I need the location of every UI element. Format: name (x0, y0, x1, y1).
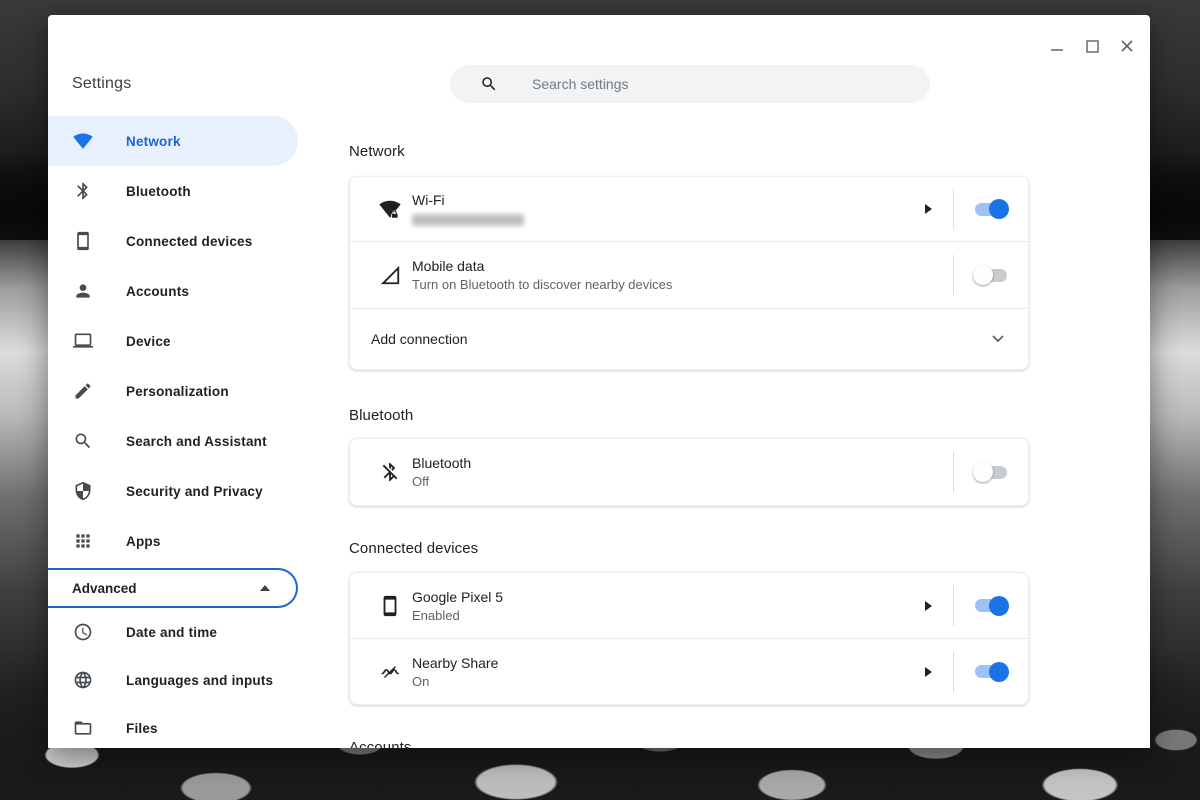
settings-window: Settings Network Bluetooth Connected dev… (48, 15, 1150, 748)
sidebar-item-label: Date and time (126, 625, 217, 640)
sidebar-item-security-privacy[interactable]: Security and Privacy (48, 466, 298, 516)
laptop-icon (73, 331, 93, 351)
shield-icon (73, 481, 93, 501)
pixel-title: Google Pixel 5 (412, 589, 503, 605)
caret-up-icon (260, 585, 270, 591)
bluetooth-row-text: Bluetooth Off (412, 455, 471, 489)
bluetooth-title: Bluetooth (412, 455, 471, 471)
chevron-down-icon[interactable] (992, 335, 1004, 343)
phone-icon (379, 595, 401, 617)
sidebar-item-label: Bluetooth (126, 184, 191, 199)
section-heading-network: Network (349, 143, 1029, 160)
sidebar-item-date-time[interactable]: Date and time (48, 608, 298, 656)
sidebar-item-label: Connected devices (126, 234, 252, 249)
sidebar-item-files[interactable]: Files (48, 704, 298, 748)
connected-devices-card: Google Pixel 5 Enabled Nearby (349, 572, 1029, 705)
sidebar-item-label: Device (126, 334, 171, 349)
sidebar: Network Bluetooth Connected devices Acco… (48, 116, 298, 748)
bluetooth-toggle[interactable] (954, 466, 1028, 479)
close-icon[interactable] (1118, 37, 1136, 55)
pixel-row[interactable]: Google Pixel 5 Enabled (350, 573, 1028, 638)
subpage-arrow-icon[interactable] (925, 667, 932, 677)
bluetooth-subtitle: Off (412, 474, 471, 489)
wifi-row[interactable]: Wi-Fi (350, 177, 1028, 241)
sidebar-item-device[interactable]: Device (48, 316, 298, 366)
sidebar-item-network[interactable]: Network (48, 116, 298, 166)
globe-icon (73, 670, 93, 690)
nearby-share-title: Nearby Share (412, 655, 498, 671)
nearby-share-row-text: Nearby Share On (412, 655, 498, 689)
mobile-data-title: Mobile data (412, 258, 672, 274)
folder-icon (73, 718, 93, 738)
pen-icon (73, 381, 93, 401)
pixel-toggle[interactable] (954, 599, 1028, 612)
sidebar-item-label: Apps (126, 534, 161, 549)
section-heading-connected-devices: Connected devices (349, 540, 1029, 557)
subpage-arrow-icon[interactable] (925, 601, 932, 611)
sidebar-item-search-assistant[interactable]: Search and Assistant (48, 416, 298, 466)
network-card: Wi-Fi Mobile data (349, 176, 1029, 370)
mobile-data-row[interactable]: Mobile data Turn on Bluetooth to discove… (350, 242, 1028, 308)
wifi-title: Wi-Fi (412, 192, 524, 208)
sidebar-item-connected-devices[interactable]: Connected devices (48, 216, 298, 266)
sidebar-item-languages-inputs[interactable]: Languages and inputs (48, 656, 298, 704)
advanced-button[interactable]: Advanced (48, 568, 298, 608)
wifi-icon (73, 131, 93, 151)
sidebar-item-apps[interactable]: Apps (48, 516, 298, 566)
nearby-share-toggle[interactable] (954, 665, 1028, 678)
wifi-network-name-redacted (412, 214, 524, 226)
sidebar-item-label: Files (126, 721, 158, 736)
pixel-row-text: Google Pixel 5 Enabled (412, 589, 503, 623)
bluetooth-row[interactable]: Bluetooth Off (350, 439, 1028, 505)
bluetooth-disabled-icon (379, 461, 401, 483)
sidebar-item-personalization[interactable]: Personalization (48, 366, 298, 416)
wifi-row-text: Wi-Fi (412, 192, 524, 226)
sidebar-item-accounts[interactable]: Accounts (48, 266, 298, 316)
sidebar-item-label: Search and Assistant (126, 434, 267, 449)
wifi-lock-icon (379, 198, 401, 220)
mobile-signal-icon (379, 264, 401, 286)
main-content: Network Wi-Fi (349, 15, 1029, 748)
sidebar-item-label: Security and Privacy (126, 484, 263, 499)
nearby-share-subtitle: On (412, 674, 498, 689)
minimize-icon[interactable] (1048, 37, 1066, 55)
apps-grid-icon (73, 531, 93, 551)
advanced-label: Advanced (72, 581, 137, 596)
window-controls (1048, 37, 1136, 55)
add-connection-label: Add connection (371, 331, 468, 347)
section-heading-accounts: Accounts (349, 739, 1029, 748)
sidebar-item-label: Languages and inputs (126, 673, 273, 688)
person-icon (73, 281, 93, 301)
smartphone-icon (73, 231, 93, 251)
sidebar-item-label: Network (126, 134, 181, 149)
subpage-arrow-icon[interactable] (925, 204, 932, 214)
section-heading-bluetooth: Bluetooth (349, 407, 1029, 424)
sidebar-item-bluetooth[interactable]: Bluetooth (48, 166, 298, 216)
bluetooth-card: Bluetooth Off (349, 438, 1029, 506)
pixel-subtitle: Enabled (412, 608, 503, 623)
wifi-toggle[interactable] (954, 203, 1028, 216)
nearby-share-row[interactable]: Nearby Share On (350, 639, 1028, 704)
sidebar-item-label: Accounts (126, 284, 189, 299)
page-title: Settings (72, 75, 131, 93)
mobile-data-subtitle: Turn on Bluetooth to discover nearby dev… (412, 277, 672, 292)
add-connection-row[interactable]: Add connection (350, 309, 1028, 369)
mobile-data-row-text: Mobile data Turn on Bluetooth to discove… (412, 258, 672, 292)
nearby-share-icon (379, 661, 401, 683)
clock-icon (73, 622, 93, 642)
maximize-icon[interactable] (1083, 37, 1101, 55)
search-icon (73, 431, 93, 451)
sidebar-item-label: Personalization (126, 384, 229, 399)
bluetooth-icon (73, 181, 93, 201)
mobile-data-toggle[interactable] (954, 269, 1028, 282)
